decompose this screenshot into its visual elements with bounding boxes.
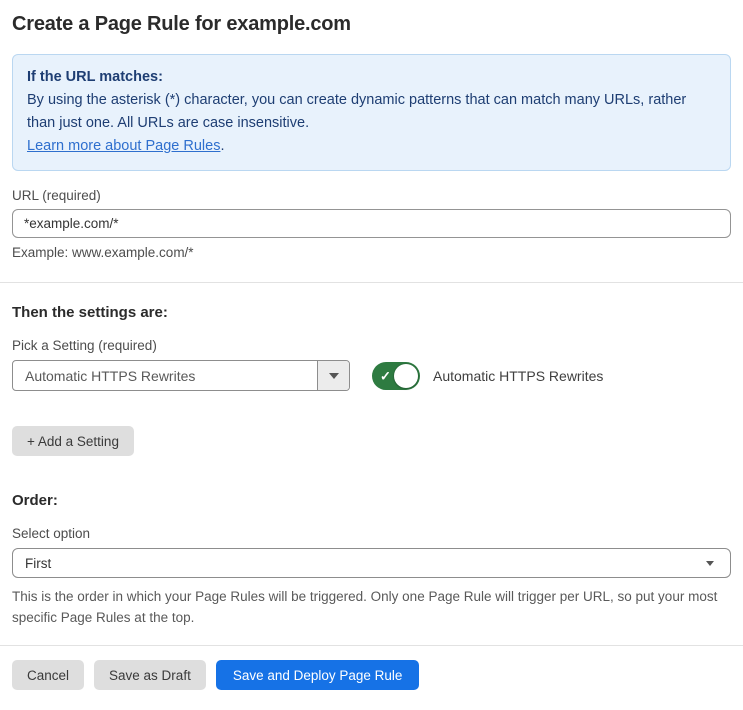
setting-select[interactable]: Automatic HTTPS Rewrites	[12, 360, 350, 391]
url-helper-text: Example: www.example.com/*	[12, 245, 194, 260]
chevron-down-icon	[328, 372, 339, 379]
order-select[interactable]: First	[12, 548, 731, 578]
setting-select-value: Automatic HTTPS Rewrites	[25, 367, 196, 384]
page-title: Create a Page Rule for example.com	[12, 13, 351, 35]
order-helper-text: This is the order in which your Page Rul…	[12, 589, 718, 625]
url-input[interactable]	[12, 209, 731, 238]
select-option-label: Select option	[12, 526, 91, 541]
link-period: .	[220, 138, 225, 154]
learn-more-link[interactable]: Learn more about Page Rules	[27, 138, 220, 154]
check-icon: ✓	[380, 368, 391, 383]
setting-select-arrow-button[interactable]	[317, 361, 349, 390]
create-page-rule-form: Create a Page Rule for example.com If th…	[0, 0, 743, 710]
section-divider	[0, 282, 743, 283]
toggle-knob	[394, 363, 418, 388]
add-setting-button[interactable]: + Add a Setting	[12, 426, 134, 456]
setting-toggle[interactable]: ✓	[372, 361, 420, 390]
chevron-down-icon	[706, 560, 714, 566]
info-box-body: By using the asterisk (*) character, you…	[27, 92, 687, 131]
toggle-label: Automatic HTTPS Rewrites	[433, 367, 604, 384]
url-match-info-box: If the URL matches: By using the asteris…	[12, 54, 731, 171]
info-box-link-row: Learn more about Page Rules.	[27, 135, 716, 158]
order-section-heading: Order:	[12, 492, 58, 509]
setting-row: Automatic HTTPS Rewrites ✓ Automatic HTT…	[12, 360, 731, 391]
url-label: URL (required)	[12, 188, 101, 203]
footer-divider	[0, 645, 743, 646]
settings-section-heading: Then the settings are:	[12, 304, 168, 321]
order-select-value: First	[25, 555, 52, 571]
info-box-heading: If the URL matches:	[27, 69, 163, 85]
pick-setting-label: Pick a Setting (required)	[12, 338, 157, 353]
